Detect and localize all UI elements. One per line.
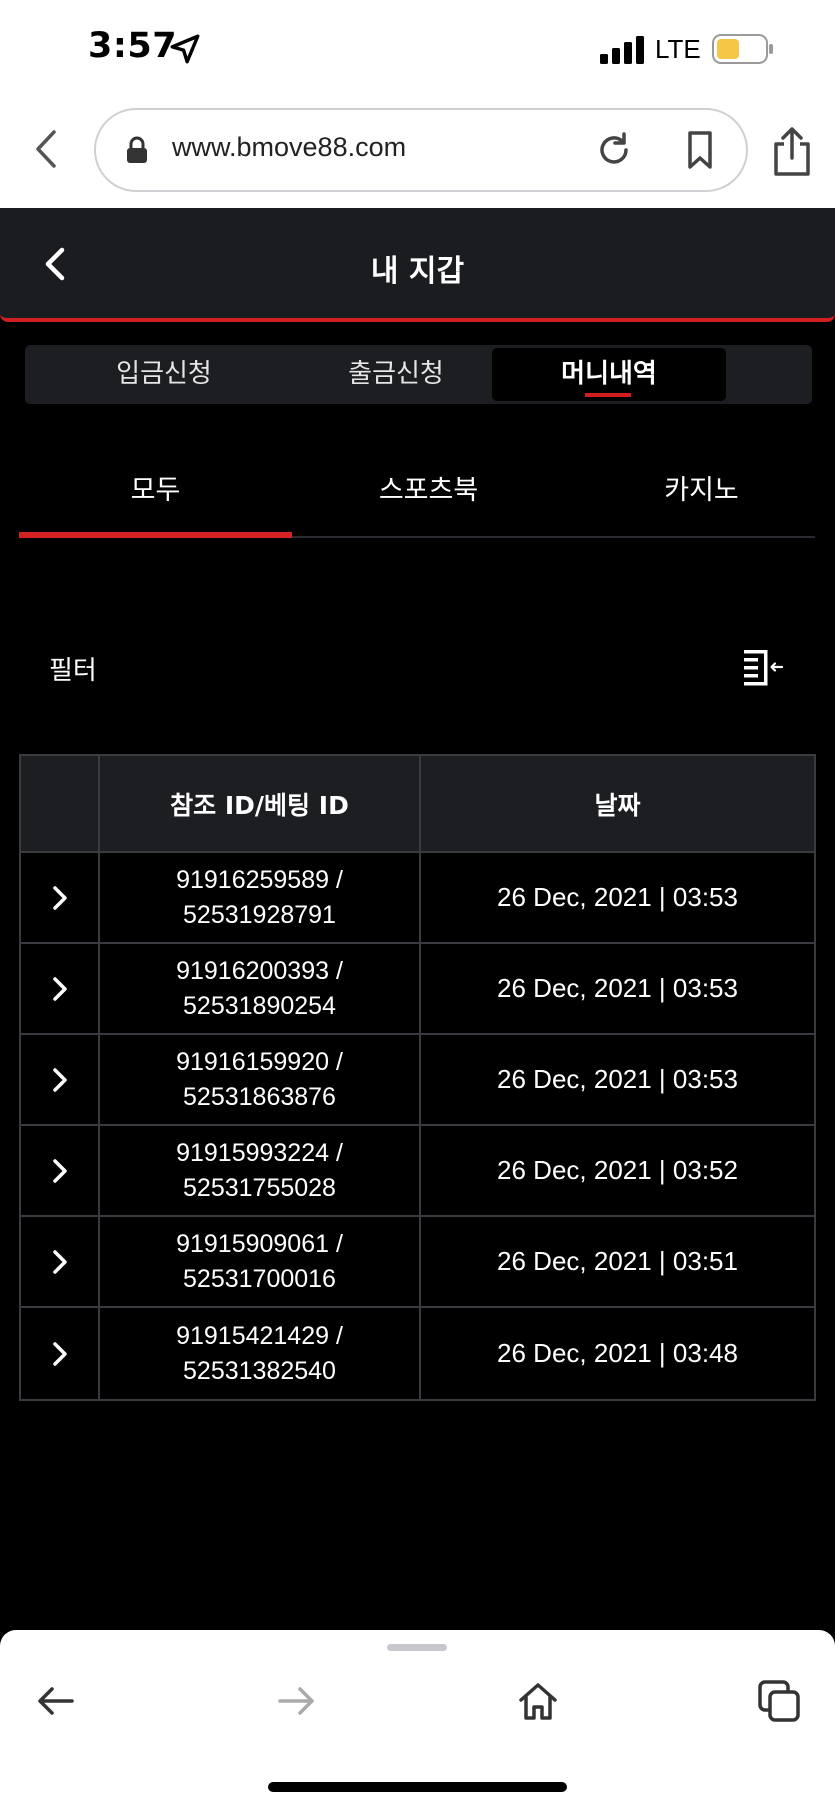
expand-row-button[interactable]: [21, 1035, 100, 1124]
tab-sportsbook[interactable]: 스포츠북: [292, 468, 565, 507]
date-cell: 26 Dec, 2021 | 03:53: [497, 973, 738, 1003]
date-cell: 26 Dec, 2021 | 03:51: [497, 1246, 738, 1276]
ref-bet-id-cell: 91916159920 / 52531863876: [100, 1035, 421, 1124]
tab-money-history[interactable]: 머니내역: [492, 348, 726, 401]
location-arrow-icon: [170, 34, 200, 64]
lock-icon: [127, 136, 147, 163]
ref-bet-id-cell: 91916200393 / 52531890254: [100, 944, 421, 1033]
signal-icon: [600, 36, 644, 64]
back-arrow-icon[interactable]: [30, 1676, 80, 1726]
back-arrow-icon[interactable]: [26, 124, 66, 174]
wallet-tabs: 입금신청 출금신청 머니내역: [25, 345, 812, 404]
bet-id: 52531755028: [183, 1173, 336, 1202]
chevron-right-icon: [52, 1249, 67, 1274]
table-row[interactable]: 91915909061 / 52531700016 26 Dec, 2021 | …: [21, 1217, 814, 1308]
browser-bar: www.bmove88.com: [0, 100, 835, 208]
status-bar: 3:57 LTE: [0, 0, 835, 100]
status-time: 3:57: [88, 26, 178, 66]
active-tab-indicator: [585, 393, 631, 397]
chevron-right-icon: [52, 885, 67, 910]
url-text: www.bmove88.com: [172, 132, 407, 162]
tab-deposit-request[interactable]: 입금신청: [47, 348, 281, 401]
battery-icon: [712, 34, 773, 64]
bet-id: 52531928791: [183, 900, 336, 929]
table-row[interactable]: 91915421429 / 52531382540 26 Dec, 2021 | …: [21, 1308, 814, 1399]
filter-label: 필터: [49, 656, 97, 686]
toolbar-grabber[interactable]: [387, 1644, 447, 1651]
address-bar[interactable]: www.bmove88.com: [94, 108, 748, 192]
expand-row-button[interactable]: [21, 1126, 100, 1215]
ref-id: 91915993224 /: [176, 1138, 343, 1167]
date-cell: 26 Dec, 2021 | 03:53: [497, 882, 738, 912]
table-header-date: 날짜: [594, 790, 641, 820]
table-header: 참조 ID/베팅 ID 날짜: [21, 756, 814, 853]
expand-row-button[interactable]: [21, 944, 100, 1033]
app-header: 내 지갑: [0, 208, 835, 322]
date-cell: 26 Dec, 2021 | 03:53: [497, 1064, 738, 1094]
forward-arrow-icon[interactable]: [272, 1676, 322, 1726]
reload-icon[interactable]: [594, 130, 634, 170]
chevron-right-icon: [52, 1341, 67, 1366]
expand-row-button[interactable]: [21, 1217, 100, 1306]
browser-toolbar: [0, 1630, 835, 1807]
ref-bet-id-cell: 91915993224 / 52531755028: [100, 1126, 421, 1215]
share-icon[interactable]: [770, 126, 814, 178]
tab-withdraw-request[interactable]: 출금신청: [279, 348, 513, 401]
expand-row-button[interactable]: [21, 853, 100, 942]
category-tabs: 모두 스포츠북 카지노: [19, 440, 815, 538]
tabs-icon[interactable]: [754, 1676, 804, 1726]
ref-bet-id-cell: 91915421429 / 52531382540: [100, 1308, 421, 1399]
chevron-right-icon: [52, 1067, 67, 1092]
table-row[interactable]: 91916259589 / 52531928791 26 Dec, 2021 | …: [21, 853, 814, 944]
ref-bet-id-cell: 91915909061 / 52531700016: [100, 1217, 421, 1306]
chevron-right-icon: [52, 1158, 67, 1183]
filter-collapse-icon[interactable]: [742, 646, 786, 686]
bet-id: 52531863876: [183, 1082, 336, 1111]
table-header-ref-id: 참조 ID/베팅 ID: [100, 756, 421, 851]
ref-id: 91916159920 /: [176, 1047, 343, 1076]
ref-id: 91915909061 /: [176, 1229, 343, 1258]
table-row[interactable]: 91916200393 / 52531890254 26 Dec, 2021 | …: [21, 944, 814, 1035]
date-cell: 26 Dec, 2021 | 03:48: [497, 1338, 738, 1368]
page-title: 내 지갑: [370, 254, 465, 289]
bet-id: 52531382540: [183, 1356, 336, 1385]
ref-bet-id-cell: 91916259589 / 52531928791: [100, 853, 421, 942]
active-subtab-indicator: [19, 532, 292, 538]
tab-all[interactable]: 모두: [19, 468, 292, 507]
ref-id: 91915421429 /: [176, 1321, 343, 1350]
bet-id: 52531700016: [183, 1264, 336, 1293]
network-label: LTE: [655, 34, 701, 64]
expand-row-button[interactable]: [21, 1308, 100, 1399]
date-cell: 26 Dec, 2021 | 03:52: [497, 1155, 738, 1185]
tab-money-history-label: 머니내역: [561, 359, 657, 389]
ref-id: 91916259589 /: [176, 865, 343, 894]
history-table: 참조 ID/베팅 ID 날짜 91916259589 / 52531928791 …: [19, 754, 816, 1401]
table-header-expand: [21, 756, 100, 851]
home-icon[interactable]: [513, 1676, 563, 1726]
table-row[interactable]: 91915993224 / 52531755028 26 Dec, 2021 | …: [21, 1126, 814, 1217]
home-indicator: [268, 1782, 567, 1792]
tab-casino[interactable]: 카지노: [565, 468, 835, 507]
chevron-right-icon: [52, 976, 67, 1001]
bookmark-icon[interactable]: [682, 130, 718, 170]
table-row[interactable]: 91916159920 / 52531863876 26 Dec, 2021 | …: [21, 1035, 814, 1126]
bet-id: 52531890254: [183, 991, 336, 1020]
ref-id: 91916200393 /: [176, 956, 343, 985]
